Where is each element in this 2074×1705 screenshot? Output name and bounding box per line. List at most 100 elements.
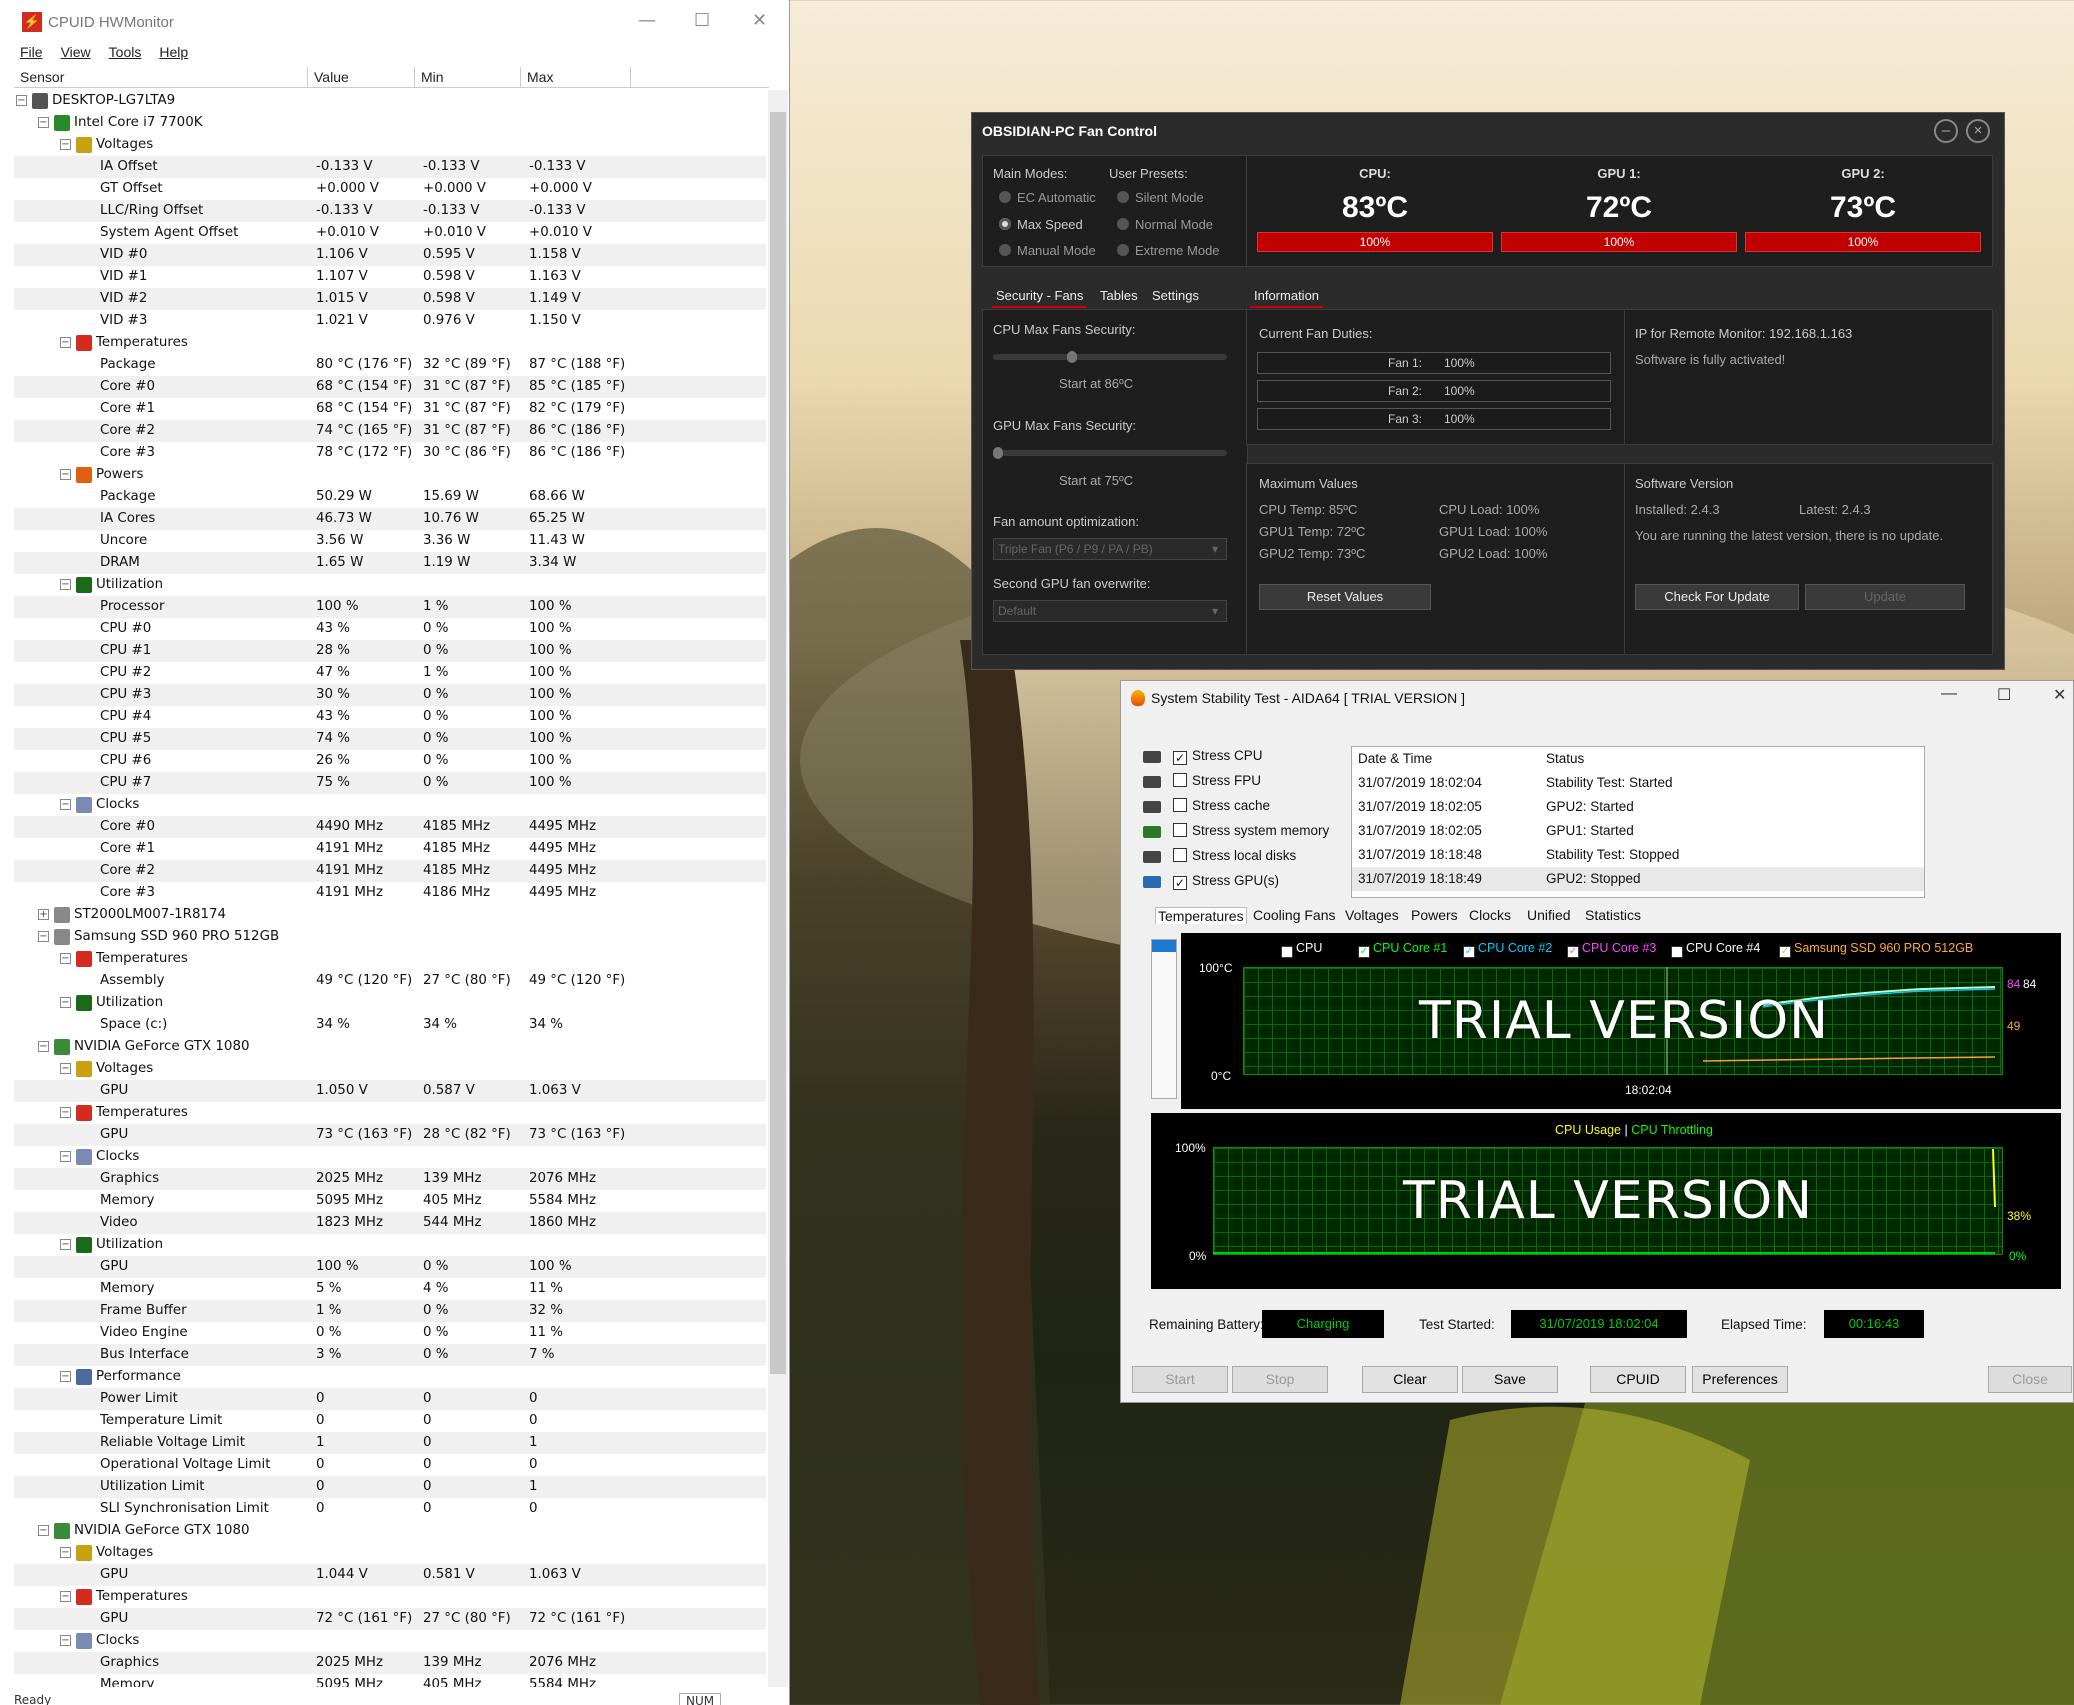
sensor-row[interactable]: VID #0 1.106 V 0.595 V 1.158 V — [14, 244, 766, 266]
tab-information[interactable]: Information — [1250, 285, 1324, 308]
sensor-row[interactable]: Graphics 2025 MHz 139 MHz 2076 MHz — [14, 1168, 766, 1190]
col-min[interactable]: Min — [415, 67, 521, 87]
sensor-row[interactable]: Memory 5095 MHz 405 MHz 5584 MHz — [14, 1674, 766, 1687]
sensor-row[interactable]: DRAM 1.65 W 1.19 W 3.34 W — [14, 552, 766, 574]
legend-core3[interactable]: ✓ CPU Core #3 — [1567, 941, 1656, 958]
sensor-row[interactable]: IA Cores 46.73 W 10.76 W 65.25 W — [14, 508, 766, 530]
checkbox-checked-icon[interactable]: ✓ — [1671, 946, 1683, 958]
sensor-row[interactable]: GT Offset +0.000 V +0.000 V +0.000 V — [14, 178, 766, 200]
start-button[interactable]: Start — [1132, 1366, 1228, 1393]
sensor-row[interactable]: CPU #7 75 % 0 % 100 % — [14, 772, 766, 794]
sensor-row[interactable]: System Agent Offset +0.010 V +0.010 V +0.01… — [14, 222, 766, 244]
sensor-row[interactable]: SLI Synchronisation Limit 0 0 0 — [14, 1498, 766, 1520]
second-gpu-dropdown[interactable]: Default ▾ — [993, 600, 1227, 622]
checkbox-icon[interactable] — [1173, 773, 1187, 787]
collapse-icon[interactable]: − — [60, 1063, 71, 1074]
tree-node[interactable]: − Utilization — [14, 574, 766, 596]
legend-ssd[interactable]: ✓ Samsung SSD 960 PRO 512GB — [1779, 941, 1973, 958]
col-value[interactable]: Value — [308, 67, 415, 87]
sensor-row[interactable]: GPU 1.044 V 0.581 V 1.063 V — [14, 1564, 766, 1586]
checkbox-checked-icon[interactable]: ✓ — [1463, 946, 1475, 958]
close-icon[interactable]: ✕ — [752, 10, 767, 31]
col-sensor[interactable]: Sensor — [14, 67, 308, 87]
collapse-icon[interactable]: − — [60, 1151, 71, 1162]
log-col-status[interactable]: Status — [1546, 751, 1584, 766]
tab-tables[interactable]: Tables — [1096, 285, 1142, 306]
tab-unified[interactable]: Unified — [1527, 907, 1571, 923]
tab-clocks[interactable]: Clocks — [1469, 907, 1511, 923]
sensor-row[interactable]: GPU 72 °C (161 °F) 27 °C (80 °F) 72 °C (161… — [14, 1608, 766, 1630]
check-update-button[interactable]: Check For Update — [1635, 584, 1799, 610]
sensor-row[interactable]: Memory 5095 MHz 405 MHz 5584 MHz — [14, 1190, 766, 1212]
scrollbar-thumb[interactable] — [770, 112, 786, 1374]
collapse-icon[interactable]: − — [60, 1371, 71, 1382]
tab-cooling-fans[interactable]: Cooling Fans — [1253, 907, 1336, 923]
sensor-row[interactable]: Bus Interface 3 % 0 % 7 % — [14, 1344, 766, 1366]
sensor-row[interactable]: Package 80 °C (176 °F) 32 °C (89 °F) 87 °C … — [14, 354, 766, 376]
slider-handle[interactable] — [993, 447, 1003, 459]
sensor-row[interactable]: Core #1 4191 MHz 4185 MHz 4495 MHz — [14, 838, 766, 860]
log-row-selected[interactable]: 31/07/2019 18:18:49 GPU2: Stopped — [1352, 867, 1924, 891]
collapse-icon[interactable]: − — [38, 117, 49, 128]
save-button[interactable]: Save — [1462, 1366, 1558, 1393]
tree-node[interactable]: − Samsung SSD 960 PRO 512GB — [14, 926, 766, 948]
option-stress-disks[interactable]: Stress local disks — [1173, 848, 1296, 863]
tree-node[interactable]: + ST2000LM007-1R8174 — [14, 904, 766, 926]
tree-node[interactable]: − Voltages — [14, 1058, 766, 1080]
collapse-icon[interactable]: − — [60, 1635, 71, 1646]
preset-extreme[interactable]: Extreme Mode — [1117, 243, 1220, 258]
sensor-row[interactable]: Uncore 3.56 W 3.36 W 11.43 W — [14, 530, 766, 552]
collapse-icon[interactable]: − — [60, 139, 71, 150]
maximize-icon[interactable]: ☐ — [694, 10, 710, 31]
collapse-icon[interactable]: − — [38, 1041, 49, 1052]
sensor-row[interactable]: Space (c:) 34 % 34 % 34 % — [14, 1014, 766, 1036]
sensor-row[interactable]: LLC/Ring Offset -0.133 V -0.133 V -0.133 V — [14, 200, 766, 222]
fan-close-icon[interactable]: × — [1966, 119, 1990, 143]
tree-node[interactable]: − Powers — [14, 464, 766, 486]
checkbox-checked-icon[interactable]: ✓ — [1358, 946, 1370, 958]
checkbox-icon[interactable] — [1173, 798, 1187, 812]
sensor-row[interactable]: CPU #6 26 % 0 % 100 % — [14, 750, 766, 772]
log-row[interactable]: 31/07/2019 18:18:48 Stability Test: Stopp… — [1352, 843, 1924, 867]
sensor-row[interactable]: VID #2 1.015 V 0.598 V 1.149 V — [14, 288, 766, 310]
slider-handle[interactable] — [1067, 351, 1077, 363]
sensor-tree[interactable]: − DESKTOP-LG7LTA9− Intel Core i7 7700K − Vol… — [14, 90, 766, 1687]
tree-node[interactable]: − Voltages — [14, 134, 766, 156]
log-col-datetime[interactable]: Date & Time — [1358, 751, 1432, 766]
sensor-row[interactable]: Utilization Limit 0 0 1 — [14, 1476, 766, 1498]
sensor-row[interactable]: Video Engine 0 % 0 % 11 % — [14, 1322, 766, 1344]
gpu-security-slider[interactable] — [993, 447, 1227, 459]
checkbox-icon[interactable] — [1173, 823, 1187, 837]
tab-security-fans[interactable]: Security - Fans — [992, 285, 1088, 308]
tab-voltages[interactable]: Voltages — [1345, 907, 1399, 923]
close-button[interactable]: Close — [1988, 1366, 2072, 1393]
tree-node[interactable]: − DESKTOP-LG7LTA9 — [14, 90, 766, 112]
log-row[interactable]: 31/07/2019 18:02:05 GPU1: Started — [1352, 819, 1924, 843]
option-stress-memory[interactable]: Stress system memory — [1173, 823, 1329, 838]
reset-values-button[interactable]: Reset Values — [1259, 584, 1431, 610]
minimize-icon[interactable]: — — [638, 10, 656, 31]
cpuid-button[interactable]: CPUID — [1590, 1366, 1686, 1393]
checkbox-icon[interactable] — [1173, 848, 1187, 862]
hwmonitor-titlebar[interactable]: ⚡ CPUID HWMonitor — [0, 0, 789, 44]
sensor-row[interactable]: VID #3 1.021 V 0.976 V 1.150 V — [14, 310, 766, 332]
collapse-icon[interactable]: − — [60, 997, 71, 1008]
sensor-row[interactable]: Processor 100 % 1 % 100 % — [14, 596, 766, 618]
sensor-row[interactable]: VID #1 1.107 V 0.598 V 1.163 V — [14, 266, 766, 288]
log-row[interactable]: 31/07/2019 18:02:04 Stability Test: Start… — [1352, 771, 1924, 795]
collapse-icon[interactable]: − — [60, 799, 71, 810]
collapse-icon[interactable]: − — [60, 1239, 71, 1250]
sensor-row[interactable]: Core #0 68 °C (154 °F) 31 °C (87 °F) 85 °C … — [14, 376, 766, 398]
collapse-icon[interactable]: − — [60, 953, 71, 964]
collapse-icon[interactable]: − — [60, 1107, 71, 1118]
fan-optimization-dropdown[interactable]: Triple Fan (P6 / P9 / PA / PB) ▾ — [993, 538, 1227, 560]
collapse-icon[interactable]: − — [60, 1591, 71, 1602]
preset-normal[interactable]: Normal Mode — [1117, 217, 1213, 232]
cpu-security-slider[interactable] — [993, 351, 1227, 363]
menu-help[interactable]: Help — [159, 44, 188, 66]
update-button[interactable]: Update — [1805, 584, 1965, 610]
sensor-row[interactable]: CPU #2 47 % 1 % 100 % — [14, 662, 766, 684]
legend-core1[interactable]: ✓ CPU Core #1 — [1358, 941, 1447, 958]
vertical-scrollbar[interactable] — [768, 90, 788, 1687]
sensor-row[interactable]: Package 50.29 W 15.69 W 68.66 W — [14, 486, 766, 508]
